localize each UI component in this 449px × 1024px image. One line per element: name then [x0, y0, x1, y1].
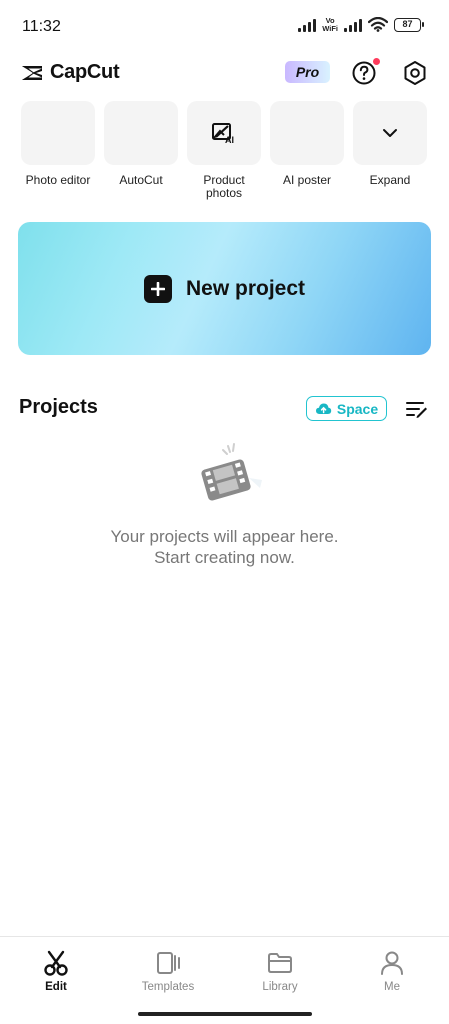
folder-icon	[268, 953, 292, 973]
quick-tools-row: Photo editor AutoCut AI Product photos A…	[21, 101, 427, 200]
tool-label: Photo editor	[25, 173, 91, 187]
bottom-navigation: Edit Templates Library Me	[0, 936, 449, 1024]
nav-edit[interactable]: Edit	[16, 950, 96, 993]
scissors-icon	[44, 950, 68, 976]
projects-title: Projects	[19, 396, 98, 418]
tool-label: Expand	[369, 173, 411, 187]
nav-label: Me	[384, 981, 400, 993]
tool-product-photos[interactable]: AI Product photos	[187, 101, 261, 200]
space-label: Space	[336, 400, 379, 417]
tool-ai-poster[interactable]: AI poster	[270, 101, 344, 200]
tool-label: AutoCut	[119, 173, 163, 187]
wifi-icon	[368, 17, 388, 32]
settings-button[interactable]	[402, 60, 428, 86]
tool-label: Product photos	[203, 173, 245, 200]
status-icons: Vo WiFi 87	[298, 17, 424, 32]
settings-hexagon-icon	[404, 61, 426, 85]
film-reel-illustration	[194, 442, 266, 504]
battery-indicator: 87	[394, 17, 424, 32]
tool-tile[interactable]	[270, 101, 344, 165]
nav-label: Templates	[141, 981, 195, 993]
vowifi-bottom-text: WiFi	[322, 23, 338, 33]
logo-text: CapCut	[50, 61, 120, 83]
app-header: CapCut Pro	[0, 52, 449, 94]
tool-tile[interactable]	[21, 101, 95, 165]
status-time: 11:32	[22, 18, 61, 35]
list-edit-icon	[406, 402, 427, 418]
empty-state-text: Your projects will appear here. Start cr…	[0, 526, 449, 568]
new-project-button[interactable]: New project	[18, 222, 431, 355]
tool-tile[interactable]: AI	[187, 101, 261, 165]
manage-list-button[interactable]	[406, 399, 428, 419]
ai-image-icon: AI	[212, 123, 234, 144]
nav-label: Library	[262, 981, 298, 993]
capcut-logo: CapCut	[20, 61, 120, 84]
notification-dot	[373, 58, 380, 65]
tool-expand[interactable]: Expand	[353, 101, 427, 200]
templates-icon	[157, 952, 180, 974]
tool-tile[interactable]	[104, 101, 178, 165]
home-indicator[interactable]	[138, 1012, 312, 1016]
nav-library[interactable]: Library	[240, 950, 320, 993]
pro-button[interactable]: Pro	[285, 61, 330, 83]
cellular-signal-2-icon	[344, 18, 362, 32]
capcut-logo-icon	[22, 65, 42, 80]
person-icon	[381, 951, 403, 975]
plus-icon	[143, 274, 172, 303]
cellular-signal-icon	[298, 18, 317, 32]
nav-label: Edit	[45, 981, 67, 993]
tool-label: AI poster	[282, 173, 332, 187]
empty-state-line-2: Start creating now.	[154, 548, 295, 567]
tool-autocut[interactable]: AutoCut	[104, 101, 178, 200]
tool-tile[interactable]	[353, 101, 427, 165]
vowifi-indicator: Vo WiFi	[322, 17, 338, 32]
svg-text:AI: AI	[225, 135, 234, 144]
space-button[interactable]: Space	[306, 396, 387, 421]
nav-templates[interactable]: Templates	[128, 950, 208, 993]
tool-photo-editor[interactable]: Photo editor	[21, 101, 95, 200]
empty-state-line-1: Your projects will appear here.	[110, 527, 339, 546]
cloud-icon	[315, 403, 332, 414]
status-bar: 11:32 Vo WiFi 87	[0, 0, 449, 52]
help-button[interactable]	[352, 58, 380, 86]
chevron-down-icon	[383, 129, 397, 137]
nav-me[interactable]: Me	[352, 950, 432, 993]
new-project-label: New project	[185, 276, 306, 300]
